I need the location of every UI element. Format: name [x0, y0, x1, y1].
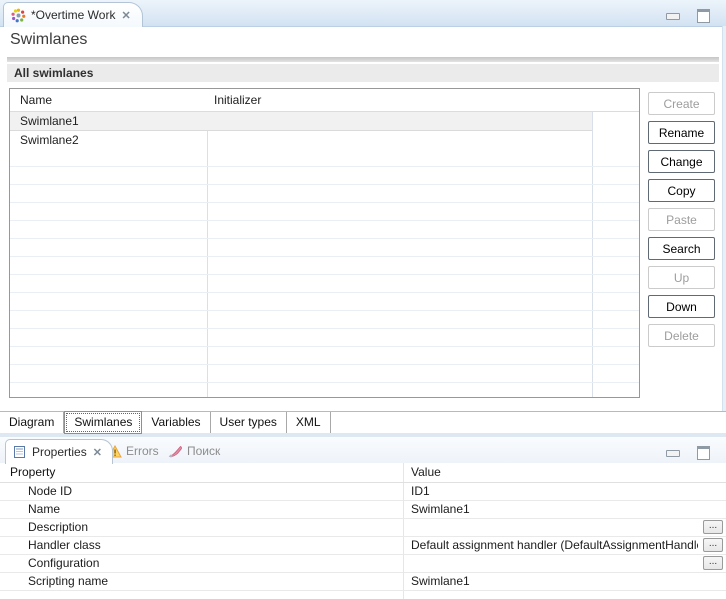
tab-diagram[interactable]: Diagram	[0, 412, 64, 433]
editor-right-chrome	[722, 26, 726, 433]
property-value: Swimlane1	[411, 573, 698, 589]
properties-window-controls	[666, 446, 710, 460]
properties-table: Property Value Node ID ID1 Name Swimlane…	[0, 463, 726, 599]
poisk-tab-label: Поиск	[187, 444, 220, 458]
errors-tab-label: Errors	[126, 444, 159, 458]
tab-poisk[interactable]: Поиск	[168, 439, 220, 463]
column-header-property[interactable]: Property	[10, 463, 55, 482]
editor-window-controls	[666, 9, 710, 23]
minimize-icon[interactable]	[666, 450, 680, 457]
delete-button: Delete	[648, 324, 715, 347]
tab-errors[interactable]: Errors	[108, 439, 159, 463]
property-value: Default assignment handler (DefaultAssig…	[411, 537, 698, 553]
ellipsis-button[interactable]: ...	[703, 556, 723, 570]
table-row-swimlane2[interactable]: Swimlane2	[10, 131, 639, 149]
property-name: Handler class	[28, 537, 101, 553]
tab-properties[interactable]: Properties ✕	[5, 439, 113, 464]
property-name: Scripting name	[28, 573, 108, 589]
property-row-scripting-name[interactable]: Scripting name Swimlane1	[0, 573, 726, 591]
page-title: Swimlanes	[10, 31, 87, 49]
property-value: Swimlane1	[411, 501, 698, 517]
action-button-column: Create Rename Change Copy Paste Search U…	[648, 92, 716, 347]
column-header-name[interactable]: Name	[20, 93, 52, 107]
property-name: Name	[28, 501, 60, 517]
property-name: Configuration	[28, 555, 99, 571]
paste-button: Paste	[648, 208, 715, 231]
down-button[interactable]: Down	[648, 295, 715, 318]
property-name: Description	[28, 519, 88, 535]
editor-tab-overtime-work[interactable]: *Overtime Work ✕	[3, 2, 143, 27]
property-row-description[interactable]: Description ...	[0, 519, 726, 537]
close-icon[interactable]: ✕	[120, 9, 131, 22]
section-header: All swimlanes	[7, 64, 719, 82]
ellipsis-button[interactable]: ...	[703, 538, 723, 552]
swimlanes-table-header: Name Initializer	[10, 89, 639, 112]
editor-area: *Overtime Work ✕ Swimlanes All swimlanes…	[0, 0, 726, 433]
maximize-icon[interactable]	[697, 9, 710, 23]
rename-button[interactable]: Rename	[648, 121, 715, 144]
maximize-icon[interactable]	[697, 446, 710, 460]
ellipsis-button[interactable]: ...	[703, 520, 723, 534]
process-icon	[11, 8, 26, 23]
search-button[interactable]: Search	[648, 237, 715, 260]
editor-tab-bar: *Overtime Work ✕	[0, 0, 726, 27]
properties-tab-label: Properties	[32, 445, 87, 459]
editor-tab-title: *Overtime Work	[31, 8, 115, 22]
property-value: ID1	[411, 483, 698, 499]
change-button[interactable]: Change	[648, 150, 715, 173]
property-name: Node ID	[28, 483, 72, 499]
properties-table-header: Property Value	[0, 463, 726, 483]
title-separator	[7, 57, 719, 62]
properties-tab-bar: Properties ✕ Errors Поиск	[0, 437, 726, 464]
minimize-icon[interactable]	[666, 13, 680, 20]
property-row-name[interactable]: Name Swimlane1	[0, 501, 726, 519]
empty-rows-area	[10, 149, 639, 397]
swimlane-name: Swimlane1	[10, 112, 592, 130]
property-row-node-id[interactable]: Node ID ID1	[0, 483, 726, 501]
tab-variables[interactable]: Variables	[142, 412, 210, 433]
properties-view: Properties ✕ Errors Поиск Propert	[0, 437, 726, 599]
up-button: Up	[648, 266, 715, 289]
column-header-initializer[interactable]: Initializer	[214, 93, 261, 107]
tab-xml[interactable]: XML	[287, 412, 331, 433]
swimlanes-table: Name Initializer Swimlane1 Swimlane2	[9, 88, 640, 398]
swimlane-name: Swimlane2	[10, 131, 639, 149]
editor-page-tabs: Diagram Swimlanes Variables User types X…	[0, 411, 726, 434]
search-brush-icon	[168, 445, 183, 458]
close-icon[interactable]: ✕	[92, 446, 103, 459]
copy-button[interactable]: Copy	[648, 179, 715, 202]
property-row-configuration[interactable]: Configuration ...	[0, 555, 726, 573]
property-row-handler-class[interactable]: Handler class Default assignment handler…	[0, 537, 726, 555]
section-title: All swimlanes	[7, 64, 93, 82]
properties-icon	[13, 445, 27, 459]
table-row-swimlane1[interactable]: Swimlane1	[10, 111, 592, 131]
column-header-value[interactable]: Value	[411, 463, 698, 482]
tab-user-types[interactable]: User types	[211, 412, 287, 433]
create-button: Create	[648, 92, 715, 115]
tab-swimlanes[interactable]: Swimlanes	[64, 411, 142, 434]
